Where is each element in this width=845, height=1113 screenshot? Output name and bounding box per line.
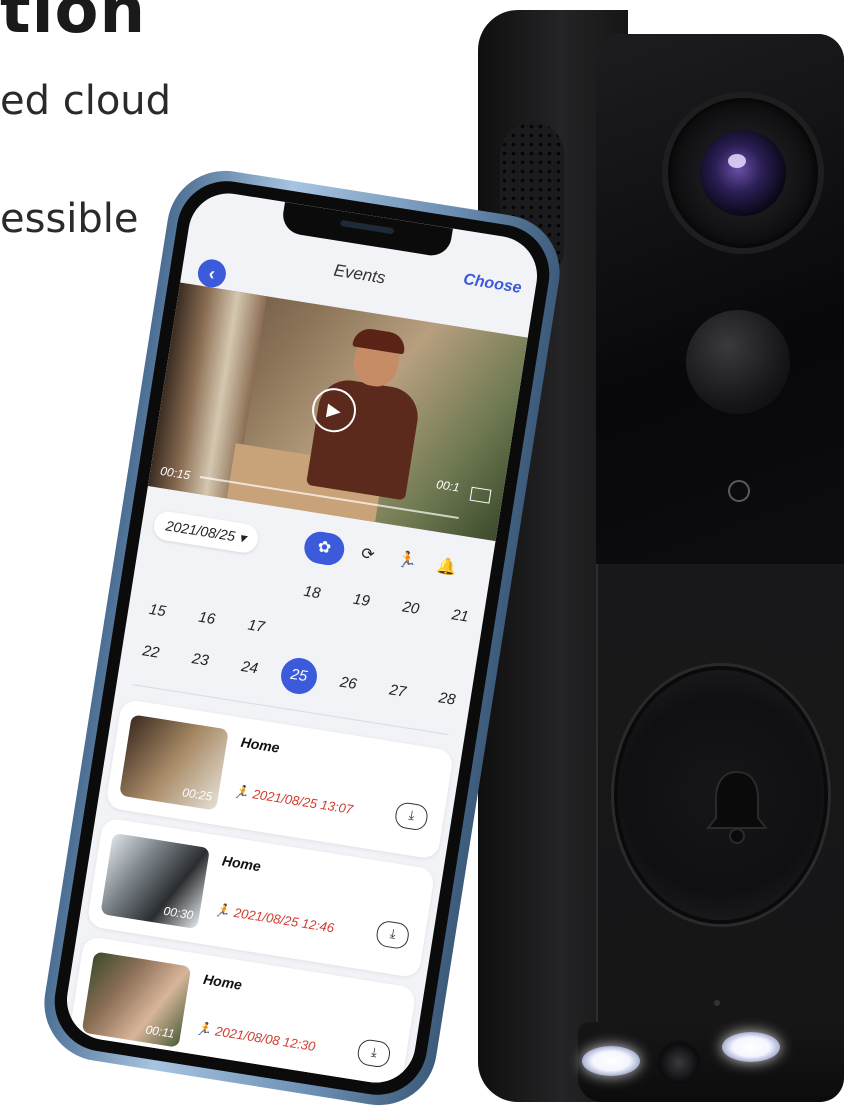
calendar-day[interactable]: 24 <box>221 646 277 695</box>
event-list: 00:25 Home 🏃 2021/08/25 13:07 ⤓ 00:30 Ho… <box>66 698 455 1089</box>
light-sensor <box>728 480 750 502</box>
calendar-day[interactable]: 23 <box>172 639 228 688</box>
fullscreen-icon[interactable] <box>469 486 492 504</box>
headline-text: tion <box>0 0 147 48</box>
replay-icon[interactable]: ⟳ <box>349 537 386 574</box>
event-time: 🏃 2021/08/08 12:30 <box>194 1020 317 1055</box>
motion-icon[interactable]: 🏃 <box>389 543 426 580</box>
motion-icon: 🏃 <box>194 1020 217 1039</box>
lens-reflection <box>728 154 746 168</box>
video-duration: 00:1 <box>435 477 461 495</box>
feature-line-2: essible <box>0 196 139 242</box>
event-timestamp: 2021/08/08 12:30 <box>214 1023 317 1055</box>
led-light-left <box>582 1046 640 1076</box>
download-button[interactable]: ⤓ <box>356 1038 392 1069</box>
download-button[interactable]: ⤓ <box>374 919 411 951</box>
event-title: Home <box>220 852 262 875</box>
calendar-day[interactable]: 22 <box>122 631 178 680</box>
app-screen: ‹ Events Choose ▶ 00:1 00:15 2021/08/25 … <box>61 187 543 1089</box>
event-thumbnail: 00:30 <box>100 832 210 930</box>
thumbnail-duration: 00:30 <box>162 903 195 923</box>
motion-sensor <box>686 310 790 414</box>
motion-icon: 🏃 <box>213 901 236 920</box>
selected-day-label: 25 <box>278 655 320 697</box>
calendar-day[interactable]: 28 <box>419 678 475 727</box>
package-camera <box>656 1040 702 1086</box>
doorbell-button[interactable] <box>618 670 824 920</box>
video-player[interactable]: ▶ 00:1 00:15 <box>147 282 528 542</box>
calendar-day[interactable]: 26 <box>320 662 376 711</box>
download-icon: ⤓ <box>407 806 416 823</box>
event-title: Home <box>239 733 281 756</box>
event-title: Home <box>202 970 244 993</box>
download-button[interactable]: ⤓ <box>393 800 430 832</box>
microphone-hole <box>714 1000 720 1006</box>
event-time: 🏃 2021/08/25 12:46 <box>213 902 335 937</box>
bell-icon <box>702 766 772 846</box>
earpiece <box>339 219 395 235</box>
feature-line-1: ed cloud <box>0 78 172 124</box>
event-timestamp: 2021/08/25 13:07 <box>251 786 354 817</box>
motion-icon: 🏃 <box>232 783 255 802</box>
video-visitor <box>295 326 433 531</box>
bell-filter-icon[interactable]: 🔔 <box>428 549 465 586</box>
led-light-right <box>722 1032 780 1062</box>
lens-core <box>700 130 786 216</box>
calendar-day[interactable]: 27 <box>369 670 425 719</box>
event-thumbnail: 00:11 <box>81 951 192 1048</box>
download-icon: ⤓ <box>388 925 397 942</box>
event-time: 🏃 2021/08/25 13:07 <box>232 783 354 818</box>
event-timestamp: 2021/08/25 12:46 <box>232 904 336 936</box>
download-icon: ⤓ <box>370 1044 379 1060</box>
event-thumbnail: 00:25 <box>119 714 229 811</box>
video-doorbell <box>478 10 844 1102</box>
camera-lens <box>668 98 818 248</box>
thumbnail-duration: 00:25 <box>181 785 214 804</box>
all-events-icon[interactable]: ✿ <box>302 529 347 568</box>
calendar-day-selected[interactable]: 25 <box>270 654 326 703</box>
date-selector[interactable]: 2021/08/25 ▾ <box>151 509 260 555</box>
thumbnail-duration: 00:11 <box>144 1022 176 1041</box>
